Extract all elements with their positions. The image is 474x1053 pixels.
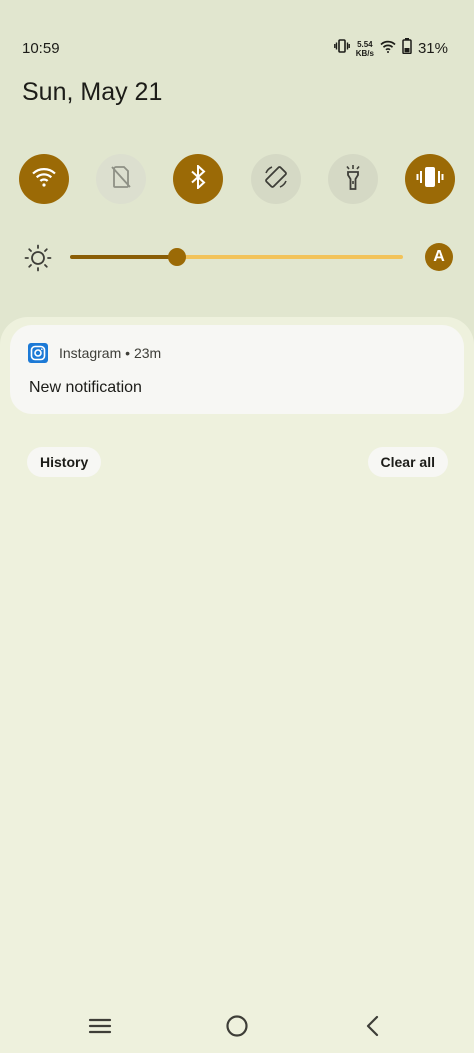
auto-brightness-button[interactable]: A xyxy=(425,243,453,271)
flashlight-icon xyxy=(344,164,362,195)
wifi-icon xyxy=(380,40,396,58)
tile-bluetooth[interactable] xyxy=(173,154,224,204)
date-label: Sun, May 21 xyxy=(22,78,163,106)
navigation-bar xyxy=(0,1008,474,1048)
no-sim-icon xyxy=(110,165,132,194)
rotate-icon xyxy=(263,164,289,195)
notification-time: 23m xyxy=(133,345,162,361)
notification-card[interactable]: Instagram • 23m New notification xyxy=(10,325,464,414)
brightness-icon xyxy=(24,244,52,277)
bluetooth-icon xyxy=(190,163,206,194)
net-speed-value: 5.54 xyxy=(357,39,373,49)
clear-all-button[interactable]: Clear all xyxy=(367,447,448,477)
tile-wifi[interactable] xyxy=(19,154,69,204)
home-button[interactable] xyxy=(223,1014,251,1042)
quick-settings-tiles xyxy=(19,154,455,204)
brightness-track xyxy=(176,255,403,259)
net-speed-unit: KB/s xyxy=(355,48,374,58)
battery-percent: 31% xyxy=(417,40,448,57)
tile-auto-rotate[interactable] xyxy=(250,154,301,204)
brightness-slider[interactable]: A xyxy=(20,240,456,276)
notification-panel xyxy=(0,317,474,1053)
brightness-thumb[interactable] xyxy=(167,248,186,266)
notification-text: New notification xyxy=(29,379,142,396)
wifi-icon xyxy=(31,166,57,193)
tile-flashlight[interactable] xyxy=(327,154,378,204)
status-bar: 10:59 5.54 KB/s 31% xyxy=(0,36,474,64)
recents-button[interactable] xyxy=(86,1014,114,1042)
battery-icon xyxy=(402,38,412,59)
instagram-icon xyxy=(28,343,48,363)
notification-app-name: Instagram xyxy=(59,345,122,361)
status-time: 10:59 xyxy=(22,40,60,57)
menu-icon xyxy=(88,1017,112,1040)
vibrate-icon xyxy=(416,166,444,193)
vibrate-icon xyxy=(333,39,350,58)
notification-header: Instagram • 23m xyxy=(59,345,161,361)
brightness-track-filled xyxy=(70,255,177,259)
home-circle-icon xyxy=(225,1014,249,1043)
tile-vibrate[interactable] xyxy=(404,154,455,204)
net-speed: 5.54 KB/s xyxy=(356,40,374,58)
tile-mobile-data[interactable] xyxy=(96,154,147,204)
history-button[interactable]: History xyxy=(27,447,102,477)
status-icons: 5.54 KB/s 31% xyxy=(333,38,448,59)
back-button[interactable] xyxy=(359,1014,387,1042)
notification-separator: • xyxy=(125,345,131,361)
chevron-left-icon xyxy=(365,1015,381,1042)
